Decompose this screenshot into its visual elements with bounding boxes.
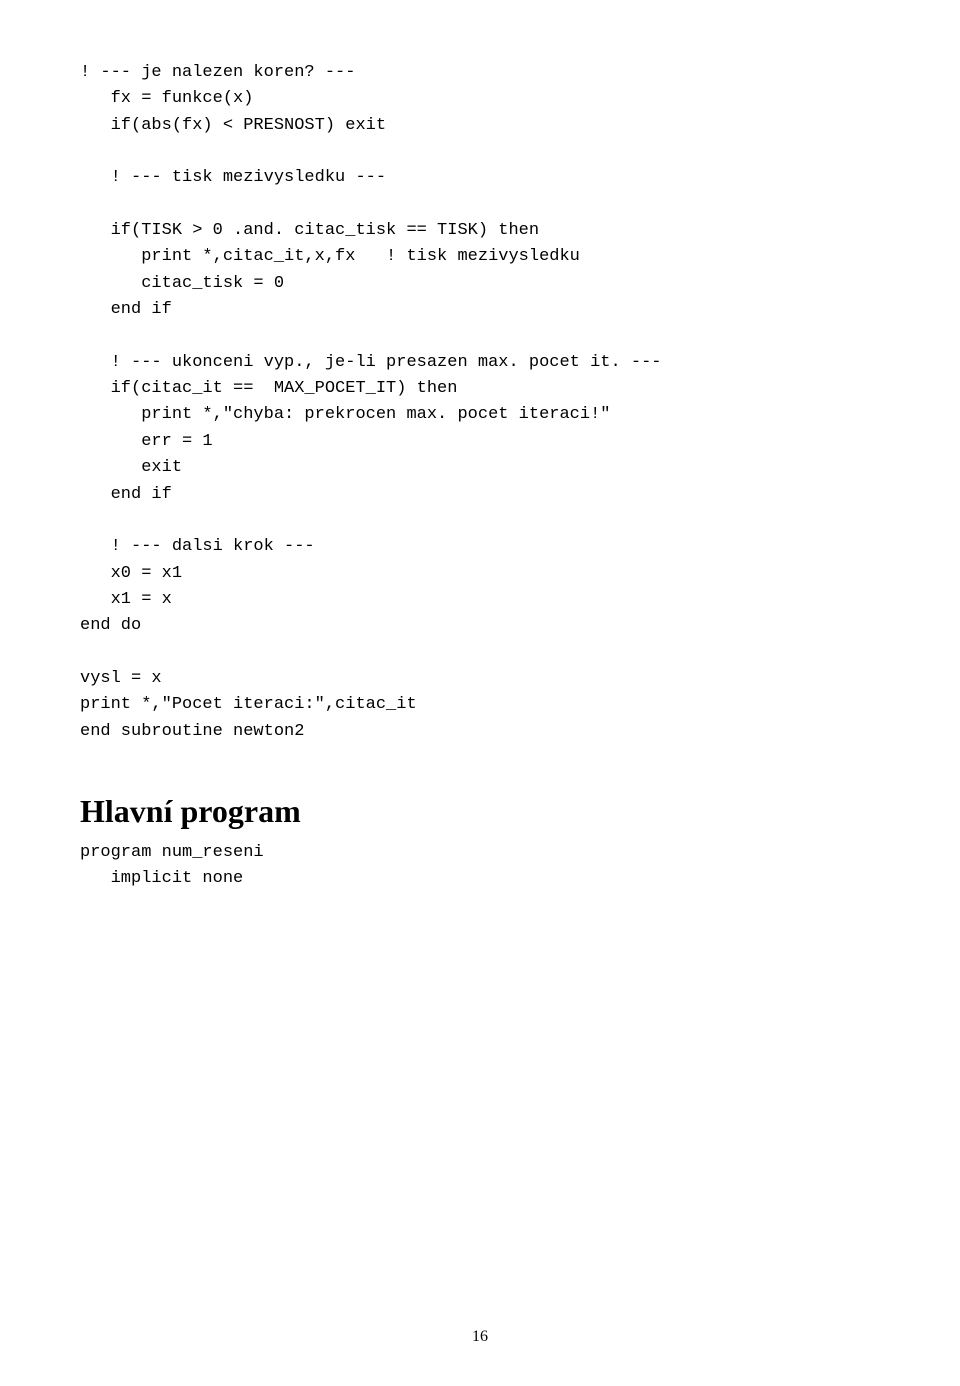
main-code-block: ! --- je nalezen koren? --- fx = funkce(… [80, 60, 880, 745]
section-code-block: program num_reseni implicit none [80, 840, 880, 893]
page-number: 16 [472, 1328, 488, 1346]
page-container: ! --- je nalezen koren? --- fx = funkce(… [0, 0, 960, 1386]
section-heading: Hlavní program [80, 793, 880, 830]
